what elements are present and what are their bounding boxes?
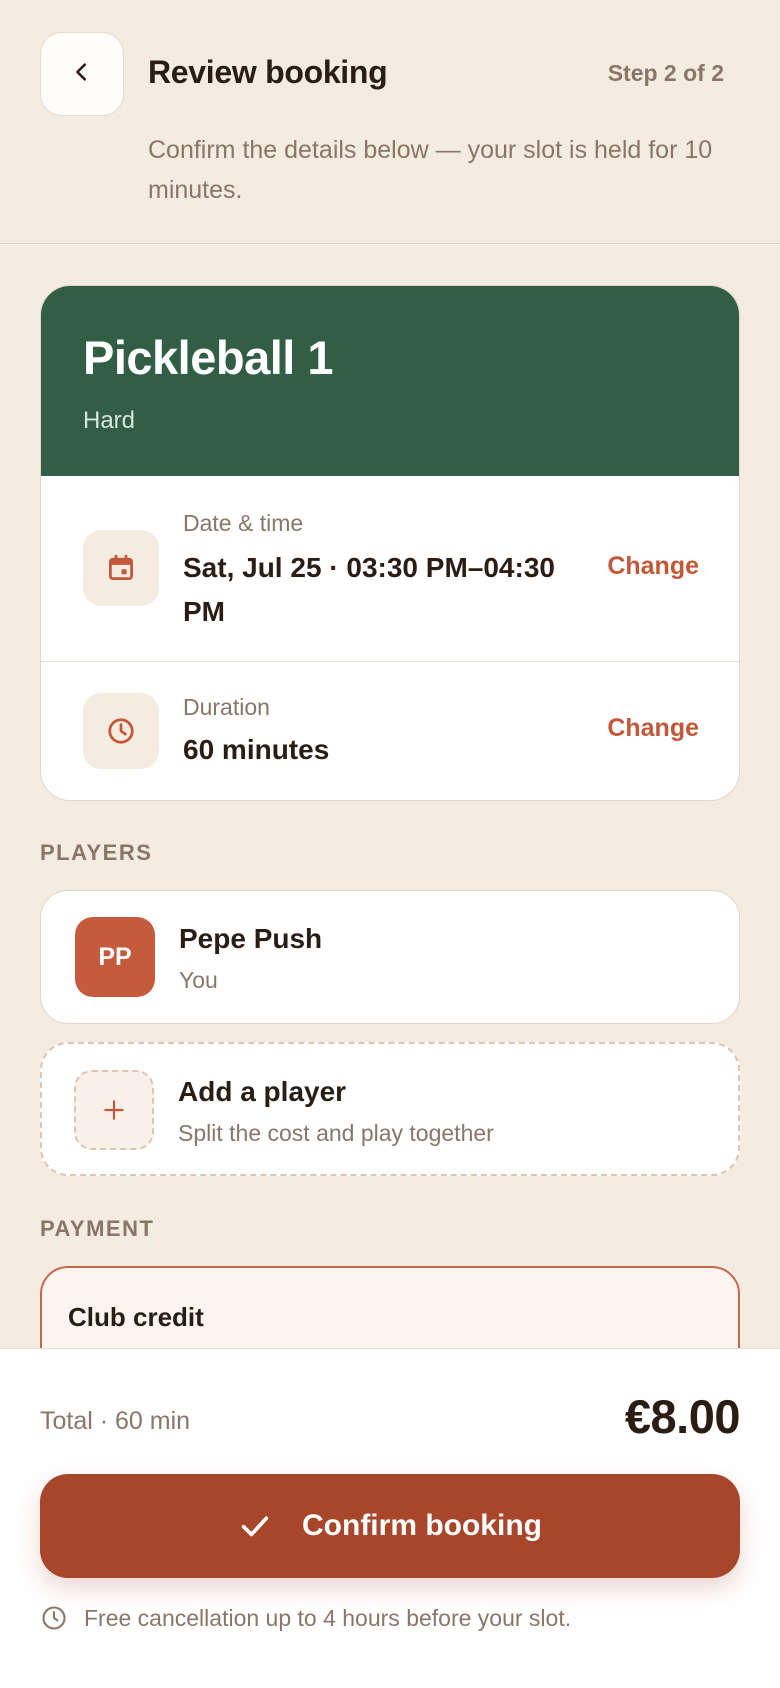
add-player-title: Add a player bbox=[178, 1076, 347, 1107]
change-datetime-button[interactable]: Change bbox=[607, 552, 699, 581]
court-card: Pickleball 1 Hard Date & time Sat, Jul 2… bbox=[40, 285, 740, 801]
court-surface: Hard bbox=[83, 407, 136, 434]
duration-value: 60 minutes bbox=[183, 734, 330, 765]
page-subtitle: Confirm the details below — your slot is… bbox=[148, 136, 713, 204]
add-player-subtitle: Split the cost and play together bbox=[178, 1120, 494, 1146]
player-name: Pepe Push bbox=[179, 923, 323, 954]
header: Review booking Step 2 of 2 Confirm the d… bbox=[0, 0, 780, 244]
chevron-left-icon bbox=[71, 61, 93, 88]
clock-icon bbox=[40, 1604, 68, 1632]
datetime-label: Date & time bbox=[183, 510, 304, 536]
add-player-button[interactable]: Add a player Split the cost and play tog… bbox=[40, 1042, 740, 1176]
bottom-bar: Total · 60 min €8.00 Confirm booking Fre… bbox=[0, 1348, 780, 1688]
court-header: Pickleball 1 Hard bbox=[41, 286, 739, 476]
datetime-row: Date & time Sat, Jul 25 · 03:30 PM–04:30… bbox=[41, 476, 739, 662]
avatar: PP bbox=[75, 917, 155, 997]
confirm-booking-button[interactable]: Confirm booking bbox=[40, 1474, 740, 1578]
players-section-label: PLAYERS bbox=[40, 840, 153, 865]
clock-icon bbox=[83, 693, 159, 769]
back-button[interactable] bbox=[40, 32, 124, 116]
court-name: Pickleball 1 bbox=[83, 331, 334, 384]
calendar-icon bbox=[83, 530, 159, 606]
player-role: You bbox=[179, 967, 218, 993]
page-title: Review booking bbox=[148, 54, 388, 90]
confirm-booking-label: Confirm booking bbox=[302, 1509, 542, 1542]
player-card[interactable]: PP Pepe Push You bbox=[40, 890, 740, 1024]
change-duration-button[interactable]: Change bbox=[607, 714, 699, 743]
cancellation-text: Free cancellation up to 4 hours before y… bbox=[84, 1604, 572, 1631]
duration-row: Duration 60 minutes Change bbox=[41, 662, 739, 800]
datetime-value: Sat, Jul 25 · 03:30 PM–04:30 PM bbox=[183, 552, 555, 627]
total-label: Total · 60 min bbox=[40, 1407, 191, 1435]
check-icon bbox=[238, 1509, 272, 1543]
payment-section-label: PAYMENT bbox=[40, 1216, 155, 1241]
duration-label: Duration bbox=[183, 694, 270, 720]
payment-method-name: Club credit bbox=[68, 1302, 204, 1332]
plus-icon bbox=[74, 1070, 154, 1150]
cancellation-note: Free cancellation up to 4 hours before y… bbox=[40, 1604, 571, 1632]
step-indicator: Step 2 of 2 bbox=[607, 60, 724, 86]
total-amount: €8.00 bbox=[624, 1390, 741, 1443]
